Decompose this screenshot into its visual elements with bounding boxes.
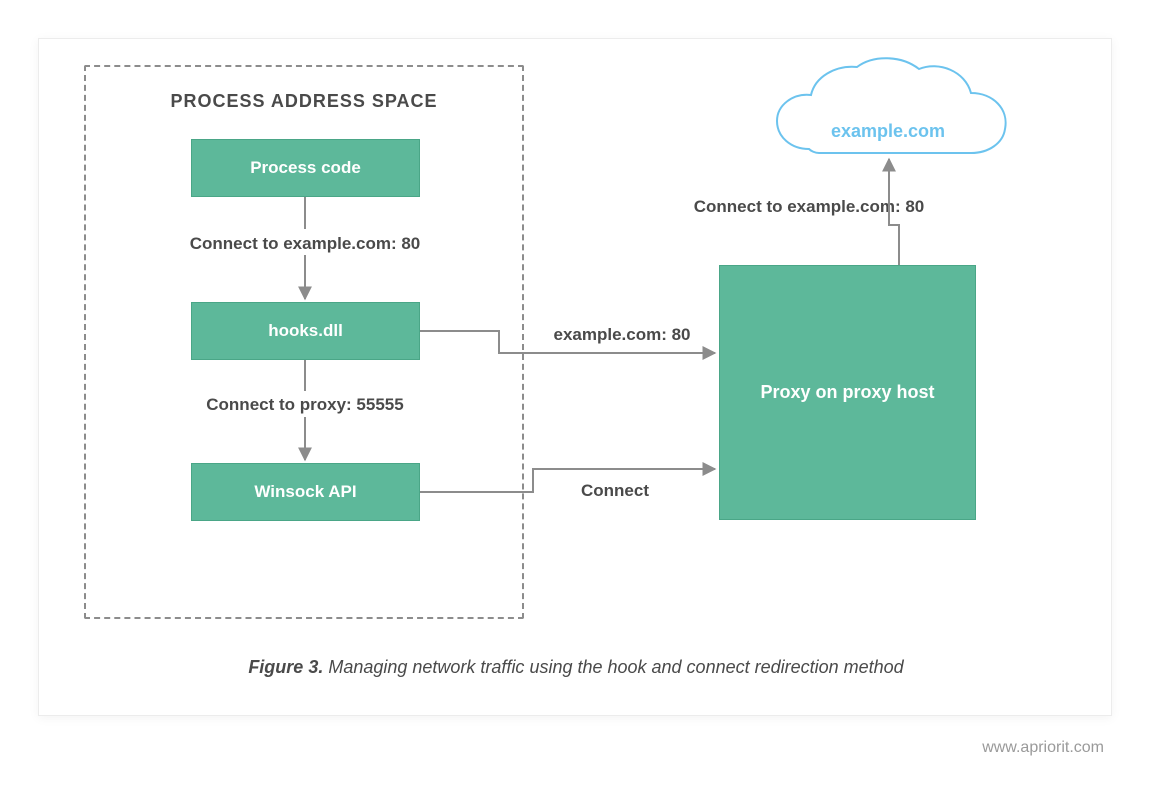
section-title-process-address-space: PROCESS ADDRESS SPACE — [104, 91, 504, 112]
box-winsock-api-label: Winsock API — [254, 482, 356, 502]
figure-caption-text: Managing network traffic using the hook … — [328, 657, 903, 677]
box-proxy-host: Proxy on proxy host — [719, 265, 976, 520]
box-hooks-dll-label: hooks.dll — [268, 321, 343, 341]
box-proxy-host-label: Proxy on proxy host — [760, 382, 934, 403]
flow-label-hooks-to-winsock: Connect to proxy: 55555 — [147, 395, 463, 415]
flow-label-proxy-to-cloud: Connect to example.com: 80 — [659, 197, 959, 217]
flow-label-hooks-to-proxy: example.com: 80 — [537, 325, 707, 345]
cloud-label: example.com — [803, 121, 973, 142]
figure-caption: Figure 3. Managing network traffic using… — [39, 657, 1113, 678]
flow-label-winsock-to-proxy: Connect — [537, 481, 707, 501]
footer-link[interactable]: www.apriorit.com — [982, 739, 1104, 757]
box-winsock-api: Winsock API — [191, 463, 420, 521]
box-process-code-label: Process code — [250, 158, 361, 178]
figure-caption-prefix: Figure 3. — [248, 657, 323, 677]
box-process-code: Process code — [191, 139, 420, 197]
box-hooks-dll: hooks.dll — [191, 302, 420, 360]
diagram-card: PROCESS ADDRESS SPACE Process code hooks… — [38, 38, 1112, 716]
flow-label-process-to-hooks: Connect to example.com: 80 — [147, 234, 463, 254]
